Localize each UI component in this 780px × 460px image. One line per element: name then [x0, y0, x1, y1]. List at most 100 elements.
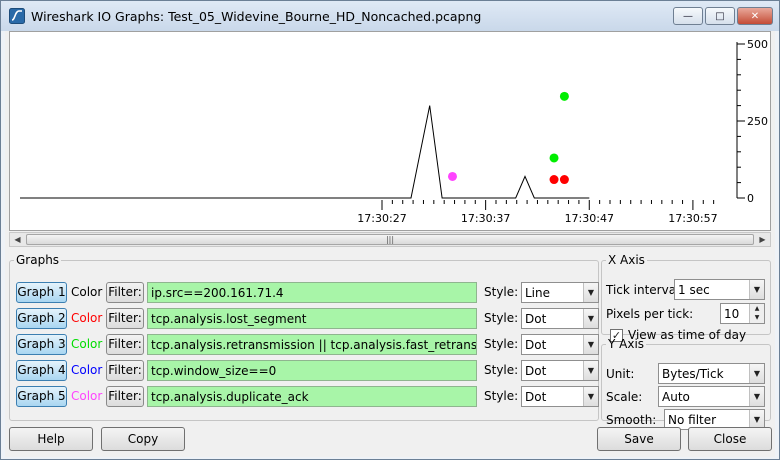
scale-select[interactable]: Auto ▼ — [658, 386, 765, 407]
graph-toggle-button[interactable]: Graph 5 — [16, 386, 67, 407]
style-value: Line — [525, 286, 551, 300]
style-label: Style: — [484, 337, 519, 351]
y-axis-group: Y Axis Unit: Bytes/Tick ▼ Scale: Auto ▼ … — [601, 337, 771, 430]
filter-button[interactable]: Filter: — [106, 334, 144, 355]
chevron-down-icon: ▼ — [583, 335, 598, 354]
x-axis-group: X Axis Tick interval: 1 sec ▼ Pixels per… — [601, 253, 771, 342]
tick-interval-value: 1 sec — [678, 283, 710, 297]
maximize-icon: □ — [715, 10, 725, 22]
time-scrollbar[interactable]: ◀ ||| ▶ — [9, 232, 771, 247]
style-select[interactable]: Dot ▼ — [521, 386, 599, 407]
style-label: Style: — [484, 311, 519, 325]
close-label: Close — [713, 432, 747, 446]
filter-input[interactable]: tcp.analysis.lost_segment — [147, 308, 477, 329]
chevron-down-icon: ▼ — [749, 387, 764, 406]
tick-interval-label: Tick interval: — [606, 283, 684, 297]
style-select[interactable]: Dot ▼ — [521, 334, 599, 355]
chart-canvas: 17:30:27 17:30:37 17:30:47 17:30:57 500 250 0 — [20, 38, 768, 225]
y-axis-group-label: Y Axis — [608, 337, 645, 351]
minimize-button[interactable]: — — [673, 7, 703, 25]
graph-row: Graph 2 Color Filter: tcp.analysis.lost_seg… — [16, 307, 599, 331]
pixels-per-tick-label: Pixels per tick: — [606, 307, 694, 321]
graph-toggle-button[interactable]: Graph 2 — [16, 308, 67, 329]
scroll-right-icon[interactable]: ▶ — [755, 233, 770, 246]
series-line — [278, 105, 590, 199]
graph-row: Graph 1 Color Filter: ip.src==200.161.71.4 S… — [16, 281, 599, 305]
filter-input[interactable]: tcp.window_size==0 — [147, 360, 477, 381]
pixels-per-tick-value: 10 — [724, 307, 740, 321]
graph-color-label[interactable]: Color — [71, 389, 102, 403]
style-label: Style: — [484, 389, 519, 403]
x-tick-label: 17:30:27 — [357, 212, 406, 225]
save-button[interactable]: Save — [597, 427, 681, 451]
close-icon: ✕ — [750, 10, 760, 22]
filter-input[interactable]: tcp.analysis.retransmission || tcp.analy… — [147, 334, 477, 355]
copy-label: Copy — [127, 432, 159, 446]
filter-input[interactable]: tcp.analysis.duplicate_ack — [147, 386, 477, 407]
graph-color-label[interactable]: Color — [71, 285, 102, 299]
window-title: Wireshark IO Graphs: Test_05_Widevine_Bo… — [31, 9, 482, 24]
filter-button[interactable]: Filter: — [106, 360, 144, 381]
chevron-down-icon: ▼ — [583, 309, 598, 328]
style-value: Dot — [525, 312, 547, 326]
minimize-icon: — — [683, 10, 693, 22]
unit-select[interactable]: Bytes/Tick ▼ — [658, 363, 765, 384]
spin-down-icon[interactable]: ▼ — [750, 313, 764, 322]
chevron-down-icon: ▼ — [749, 364, 764, 383]
chevron-down-icon: ▼ — [583, 283, 598, 302]
graph-toggle-button[interactable]: Graph 1 — [16, 282, 67, 303]
graph-toggle-button[interactable]: Graph 4 — [16, 360, 67, 381]
graph-row: Graph 3 Color Filter: tcp.analysis.retransm… — [16, 333, 599, 357]
graph-row: Graph 4 Color Filter: tcp.window_size==0 Sty… — [16, 359, 599, 383]
chevron-down-icon: ▼ — [749, 280, 764, 299]
unit-value: Bytes/Tick — [662, 367, 724, 381]
series-dot — [559, 175, 569, 185]
series-dot — [559, 91, 569, 101]
y-tick-label: 0 — [747, 192, 754, 205]
close-window-button[interactable]: ✕ — [737, 7, 773, 25]
series-dot — [549, 175, 559, 185]
chevron-down-icon: ▼ — [583, 361, 598, 380]
graphs-group-label: Graphs — [16, 253, 60, 267]
filter-button[interactable]: Filter: — [106, 308, 144, 329]
wireshark-icon — [9, 8, 25, 24]
y-tick-label: 500 — [747, 38, 768, 51]
help-button[interactable]: Help — [9, 427, 93, 451]
tick-interval-select[interactable]: 1 sec ▼ — [674, 279, 765, 300]
graph-color-label[interactable]: Color — [71, 337, 102, 351]
series-dot — [447, 171, 457, 181]
pixels-per-tick-spinner[interactable]: 10 ▲ ▼ — [720, 303, 765, 324]
filter-button[interactable]: Filter: — [106, 386, 144, 407]
scroll-left-icon[interactable]: ◀ — [10, 233, 25, 246]
graph-color-label[interactable]: Color — [71, 311, 102, 325]
maximize-button[interactable]: □ — [705, 7, 735, 25]
copy-button[interactable]: Copy — [101, 427, 185, 451]
io-graphs-window: Wireshark IO Graphs: Test_05_Widevine_Bo… — [0, 0, 780, 460]
save-label: Save — [624, 432, 654, 446]
style-value: Dot — [525, 338, 547, 352]
style-select[interactable]: Dot ▼ — [521, 308, 599, 329]
scroll-thumb[interactable]: ||| — [26, 234, 754, 245]
scale-label: Scale: — [606, 390, 643, 404]
filter-input[interactable]: ip.src==200.161.71.4 — [147, 282, 477, 303]
title-bar[interactable]: Wireshark IO Graphs: Test_05_Widevine_Bo… — [1, 1, 779, 31]
y-tick-label: 250 — [747, 115, 768, 128]
close-button[interactable]: Close — [688, 427, 772, 451]
x-tick-label: 17:30:37 — [461, 212, 510, 225]
graphs-group: Graphs Graph 1 Color Filter: ip.src==200.16… — [9, 253, 599, 421]
graph-color-label[interactable]: Color — [71, 363, 102, 377]
spinner-arrows[interactable]: ▲ ▼ — [749, 304, 764, 323]
x-axis-group-label: X Axis — [608, 253, 645, 267]
smooth-value: No filter — [668, 413, 717, 427]
chevron-down-icon: ▼ — [583, 387, 598, 406]
spin-up-icon[interactable]: ▲ — [750, 304, 764, 313]
style-value: Dot — [525, 390, 547, 404]
filter-button[interactable]: Filter: — [106, 282, 144, 303]
style-select[interactable]: Line ▼ — [521, 282, 599, 303]
style-label: Style: — [484, 363, 519, 377]
io-graph-plot: 17:30:27 17:30:37 17:30:47 17:30:57 500 250 0 — [9, 31, 771, 231]
graph-toggle-button[interactable]: Graph 3 — [16, 334, 67, 355]
scale-value: Auto — [662, 390, 690, 404]
style-label: Style: — [484, 285, 519, 299]
style-select[interactable]: Dot ▼ — [521, 360, 599, 381]
